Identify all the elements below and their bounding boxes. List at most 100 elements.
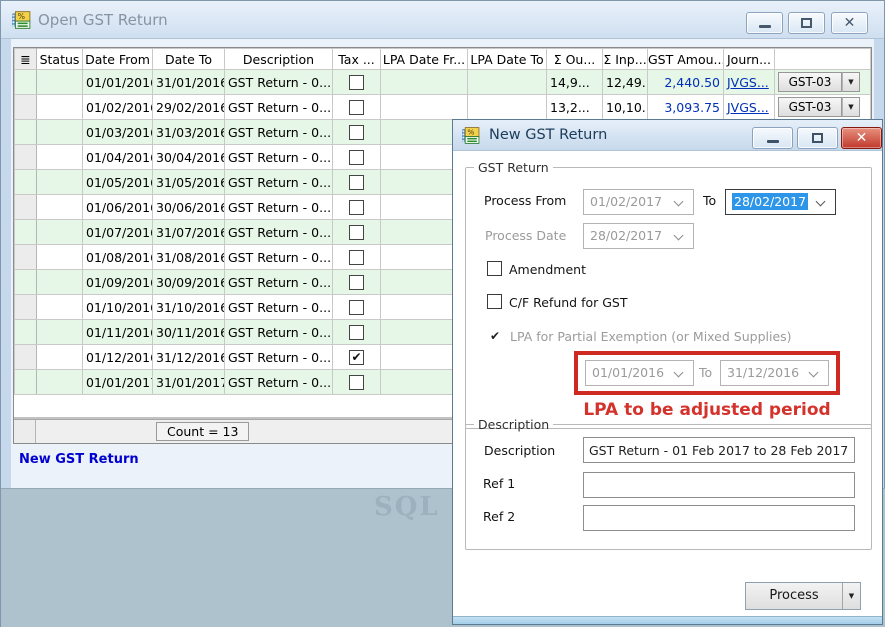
cell-action: GST-03▼ [775, 70, 871, 95]
cell-status [37, 295, 83, 320]
svg-text:%: % [18, 11, 25, 20]
cell-description: GST Return - 0... [225, 170, 333, 195]
column-header[interactable]: Σ Ou... [547, 49, 603, 70]
column-header[interactable]: Status [37, 49, 83, 70]
cell-description: GST Return - 0... [225, 220, 333, 245]
cf-refund-checkbox[interactable] [487, 294, 502, 309]
cell-date-to: 30/06/2016 [153, 195, 225, 220]
tax-checkbox[interactable] [349, 225, 364, 240]
cell-tax [333, 320, 381, 345]
cell-date-to: 31/05/2016 [153, 170, 225, 195]
close-icon: ✕ [844, 16, 856, 30]
column-header[interactable]: Σ Inp... [603, 49, 648, 70]
tax-checkbox[interactable] [349, 100, 364, 115]
table-row[interactable]: 01/01/201631/01/2016GST Return - 0...14,… [15, 70, 871, 95]
table-row[interactable]: 01/02/201629/02/2016GST Return - 0...13,… [15, 95, 871, 120]
cell-date-to: 31/12/2016 [153, 345, 225, 370]
gst-report-icon: % [461, 126, 480, 145]
cell-description: GST Return - 0... [225, 295, 333, 320]
cell-status [37, 145, 83, 170]
cell-gst-amount: 3,093.75 [648, 95, 724, 120]
new-gst-return-link[interactable]: New GST Return [19, 452, 139, 467]
cell-description: GST Return - 0... [225, 370, 333, 395]
cell-status [37, 120, 83, 145]
dropdown-arrow-icon[interactable]: ▼ [842, 97, 860, 117]
cell-description: GST Return - 0... [225, 120, 333, 145]
description-groupbox-title: Description [474, 417, 553, 432]
cell-lpa-date-from [381, 70, 468, 95]
process-to-combobox[interactable]: 28/02/2017 [725, 189, 836, 215]
minimize-icon [767, 140, 779, 143]
journal-link[interactable]: JVGS... [727, 100, 769, 115]
cell-sum-output: 14,9... [547, 70, 603, 95]
column-header[interactable]: Tax ... [333, 49, 381, 70]
cell-date-from: 01/01/2016 [83, 70, 153, 95]
process-to-label: To [703, 193, 716, 208]
column-header[interactable]: Description [225, 49, 333, 70]
column-header[interactable]: Journ... [724, 49, 775, 70]
tax-checkbox[interactable] [349, 200, 364, 215]
tax-checkbox[interactable] [349, 125, 364, 140]
dialog-bottom-frame [453, 616, 882, 624]
gst03-button[interactable]: GST-03 [778, 72, 842, 92]
tax-checkbox[interactable]: ✔ [349, 350, 364, 365]
lpa-to-combobox[interactable]: 31/12/2016 [720, 360, 829, 386]
cell-description: GST Return - 0... [225, 320, 333, 345]
cell-date-from: 01/05/2016 [83, 170, 153, 195]
cell-date-from: 01/09/2016 [83, 270, 153, 295]
minimize-button[interactable] [746, 12, 783, 34]
gst03-button[interactable]: GST-03 [778, 97, 842, 117]
row-indicator [15, 245, 37, 270]
list-icon[interactable]: ≣ [15, 49, 37, 70]
journal-link[interactable]: JVGS... [727, 75, 769, 90]
cell-status [37, 220, 83, 245]
column-header[interactable]: LPA Date Fr... [381, 49, 468, 70]
tax-checkbox[interactable] [349, 75, 364, 90]
cell-sum-input: 10,10... [603, 95, 648, 120]
tax-checkbox[interactable] [349, 150, 364, 165]
chevron-down-icon [816, 197, 826, 207]
cell-description: GST Return - 0... [225, 345, 333, 370]
lpa-checkmark-icon[interactable]: ✔ [490, 329, 500, 343]
tax-checkbox[interactable] [349, 375, 364, 390]
tax-checkbox[interactable] [349, 300, 364, 315]
amendment-checkbox[interactable] [487, 261, 502, 276]
tax-checkbox[interactable] [349, 250, 364, 265]
tax-checkbox[interactable] [349, 275, 364, 290]
dropdown-arrow-icon[interactable]: ▼ [842, 72, 860, 92]
maximize-icon [801, 18, 812, 28]
dialog-minimize-button[interactable] [752, 127, 793, 149]
cell-date-to: 31/07/2016 [153, 220, 225, 245]
lpa-from-combobox[interactable]: 01/01/2016 [585, 360, 694, 386]
dialog-maximize-button[interactable] [797, 127, 838, 149]
process-button[interactable]: Process ▼ [745, 582, 861, 610]
cell-action: GST-03▼ [775, 95, 871, 120]
lpa-to-value: 31/12/2016 [727, 365, 799, 380]
dialog-close-button[interactable]: ✕ [841, 127, 882, 149]
close-icon-button[interactable]: ✕ [831, 12, 868, 34]
column-header[interactable]: Date From [83, 49, 153, 70]
tax-checkbox[interactable] [349, 175, 364, 190]
process-date-combobox[interactable]: 28/02/2017 [583, 223, 694, 249]
column-header[interactable] [775, 49, 871, 70]
tax-checkbox[interactable] [349, 325, 364, 340]
chevron-down-icon [674, 231, 684, 241]
cell-tax [333, 245, 381, 270]
ref2-input[interactable] [583, 505, 855, 531]
process-button-label: Process [746, 583, 842, 609]
cell-tax [333, 270, 381, 295]
process-from-label: Process From [484, 193, 566, 208]
column-header[interactable]: Date To [153, 49, 225, 70]
process-to-value: 28/02/2017 [732, 193, 808, 210]
maximize-button[interactable] [788, 12, 825, 34]
close-icon: ✕ [856, 131, 868, 145]
process-dropdown-arrow-icon[interactable]: ▼ [842, 583, 860, 609]
cell-date-to: 31/01/2017 [153, 370, 225, 395]
column-header[interactable]: GST Amou... [648, 49, 724, 70]
amendment-label: Amendment [509, 262, 586, 277]
ref1-input[interactable] [583, 472, 855, 498]
description-input[interactable] [583, 437, 855, 463]
row-indicator [15, 270, 37, 295]
process-from-combobox[interactable]: 01/02/2017 [583, 189, 694, 215]
column-header[interactable]: LPA Date To [468, 49, 547, 70]
